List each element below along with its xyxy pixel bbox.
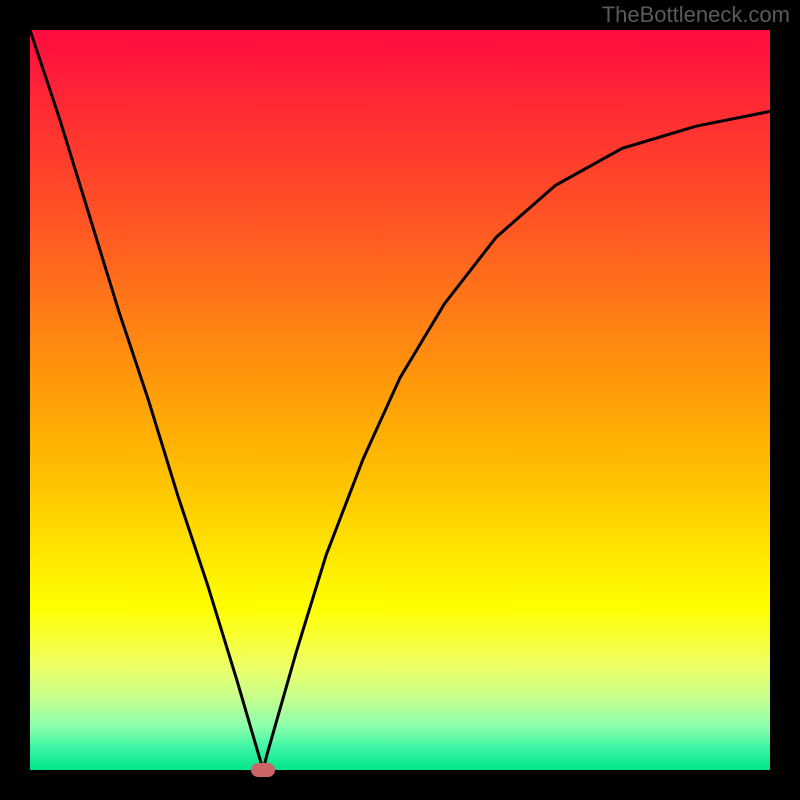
chart-container: TheBottleneck.com bbox=[0, 0, 800, 800]
minimum-marker bbox=[251, 763, 275, 777]
curve-svg bbox=[30, 30, 770, 770]
plot-area bbox=[30, 30, 770, 770]
bottleneck-curve bbox=[30, 30, 770, 770]
watermark-text: TheBottleneck.com bbox=[602, 2, 790, 28]
